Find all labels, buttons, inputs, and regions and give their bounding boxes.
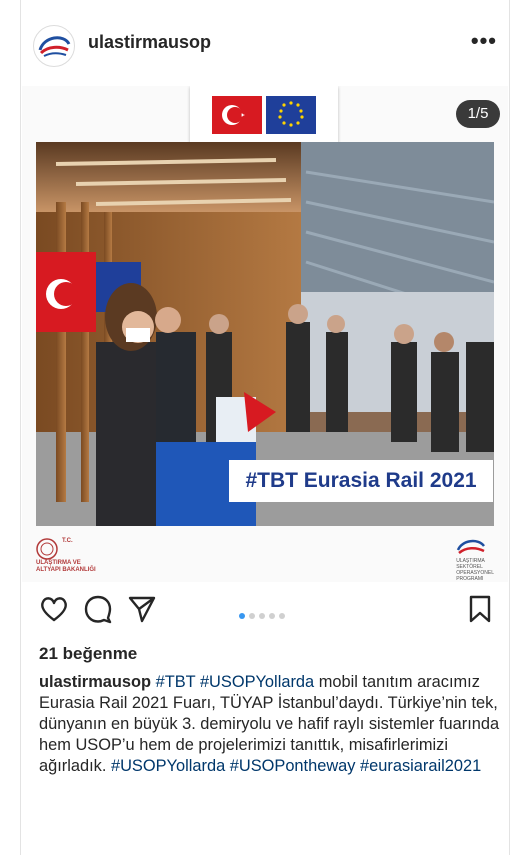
program-logo: ULAŞTIRMA SEKTÖREL OPERASYONEL PROGRAMI [456,536,494,582]
likes-count[interactable]: 21 beğenme [39,644,137,664]
comment-icon[interactable] [83,594,113,624]
avatar[interactable] [33,25,75,67]
ministry-line-2: ALTYAPI BAKANLIĞI [36,567,96,573]
post-header: ulastirmausop ••• [21,18,509,72]
event-photo: #TBT Eurasia Rail 2021 [36,142,494,526]
program-line-4: PROGRAMI [456,576,484,582]
hashtag-link[interactable]: #USOPYollarda [200,673,314,691]
share-icon[interactable] [127,594,157,624]
carousel-dot-1 [239,613,245,619]
caption-username[interactable]: ulastirmausop [39,673,151,691]
carousel-dots [239,606,289,619]
post-card: ulastirmausop ••• Bu program Avrupa Birl… [20,0,510,855]
hashtag-link[interactable]: #USOPontheway [230,757,356,775]
caption: ulastirmausop #TBT #USOPYollarda mobil t… [39,672,501,777]
carousel-dot-5 [279,613,285,619]
action-bar [21,594,509,628]
carousel-dot-3 [259,613,265,619]
heart-icon[interactable] [39,594,69,624]
event-banner: #TBT Eurasia Rail 2021 [229,460,493,502]
hashtag-link[interactable]: #TBT [156,673,196,691]
post-media[interactable]: Bu program Avrupa Birliği ve Türkiye Cum… [22,86,508,582]
carousel-dot-4 [269,613,275,619]
carousel-dot-2 [249,613,255,619]
hashtag-link[interactable]: #USOPYollarda [111,757,225,775]
username[interactable]: ulastirmausop [88,32,211,53]
more-icon[interactable]: ••• [471,28,497,54]
carousel-counter: 1/5 [456,100,500,128]
hashtag-link[interactable]: #eurasiarail2021 [360,757,481,775]
bookmark-icon[interactable] [465,594,495,624]
ministry-logo: T.C. ULAŞTIRMA VE ALTYAPI BAKANLIĞI [36,538,96,574]
